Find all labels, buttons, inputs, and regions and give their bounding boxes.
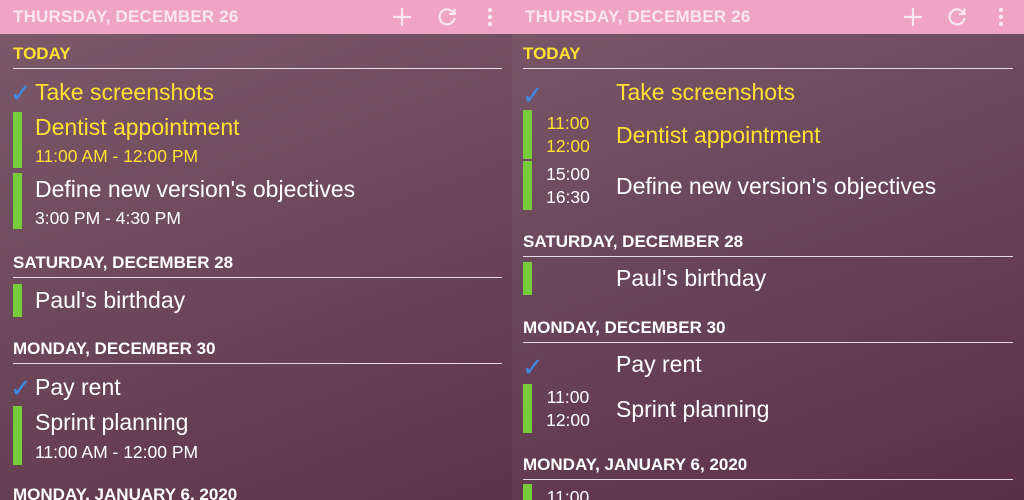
event-title: Sprint planning [616, 396, 770, 422]
event-take-screenshots[interactable]: ✓ Take screenshots [512, 78, 1024, 110]
more-vert-icon[interactable] [986, 0, 1016, 34]
event-title: Sprint planning [35, 409, 189, 435]
event-pay-rent[interactable]: ✓ Pay rent [512, 350, 1024, 382]
widget-header: THURSDAY, DECEMBER 26 [512, 0, 1024, 34]
section-header-today: TODAY [13, 44, 502, 69]
section-header-monday: MONDAY, DECEMBER 30 [523, 318, 1013, 343]
event-time: 11:00 AM - 12:00 PM [35, 146, 199, 166]
event-color-bar [523, 384, 532, 433]
event-color-bar [523, 262, 532, 295]
event-title: Dentist appointment [616, 122, 821, 148]
event-title: Pay rent [616, 351, 702, 377]
widget-panel-left: THURSDAY, DECEMBER 26 TODAY ✓ Take scree… [0, 0, 512, 500]
event-start-time: 11:00 [546, 113, 590, 133]
event-birthday[interactable]: Paul's birthday [0, 284, 512, 318]
event-color-bar [13, 112, 22, 168]
event-title: Take screenshots [616, 79, 795, 105]
widget-header: THURSDAY, DECEMBER 26 [0, 0, 512, 34]
event-title: Define new version's objectives [35, 176, 356, 202]
event-start-time: 15:00 [546, 164, 590, 184]
plus-icon[interactable] [898, 0, 928, 34]
header-date[interactable]: THURSDAY, DECEMBER 26 [525, 7, 751, 27]
event-color-bar [13, 406, 22, 465]
event-time: 3:00 PM - 4:30 PM [35, 208, 181, 228]
event-color-bar [523, 110, 532, 159]
event-sprint[interactable]: 11:00 12:00 Sprint planning [512, 384, 1024, 434]
event-color-bar [523, 484, 532, 500]
event-objectives[interactable]: 15:00 16:30 Define new version's objecti… [512, 161, 1024, 211]
event-end-time: 16:30 [546, 187, 590, 207]
widget-panel-right: THURSDAY, DECEMBER 26 TODAY ✓ Take scree… [512, 0, 1024, 500]
event-sprint[interactable]: Sprint planning 11:00 AM - 12:00 PM [0, 406, 512, 466]
event-title: Take screenshots [35, 79, 214, 105]
event-title: Paul's birthday [35, 287, 186, 313]
event-title: Paul's birthday [616, 265, 767, 291]
event-next[interactable]: 11:00 [512, 484, 1024, 500]
refresh-icon[interactable] [432, 0, 462, 34]
check-icon: ✓ [10, 78, 32, 108]
refresh-icon[interactable] [942, 0, 972, 34]
event-dentist[interactable]: Dentist appointment 11:00 AM - 12:00 PM [0, 112, 512, 170]
event-objectives[interactable]: Define new version's objectives 3:00 PM … [0, 173, 512, 231]
event-end-time: 12:00 [546, 136, 590, 156]
event-title: Dentist appointment [35, 114, 240, 140]
event-color-bar [13, 284, 22, 317]
header-date[interactable]: THURSDAY, DECEMBER 26 [13, 7, 239, 27]
check-icon: ✓ [522, 80, 544, 110]
agenda-list: TODAY ✓ Take screenshots Dentist appoint… [0, 34, 512, 500]
event-start-time: 11:00 [546, 387, 590, 407]
section-header-monday: MONDAY, DECEMBER 30 [13, 339, 502, 364]
agenda-list: TODAY ✓ Take screenshots 11:00 12:00 Den… [512, 34, 1024, 500]
section-header-saturday: SATURDAY, DECEMBER 28 [523, 232, 1013, 257]
check-icon: ✓ [10, 373, 32, 403]
event-end-time: 12:00 [546, 410, 590, 430]
plus-icon[interactable] [387, 0, 417, 34]
section-header-saturday: SATURDAY, DECEMBER 28 [13, 253, 502, 278]
event-take-screenshots[interactable]: ✓ Take screenshots [0, 78, 512, 108]
check-icon: ✓ [522, 352, 544, 382]
event-birthday[interactable]: Paul's birthday [512, 262, 1024, 296]
event-start-time: 11:00 [546, 487, 590, 500]
event-color-bar [13, 173, 22, 229]
event-title: Pay rent [35, 374, 121, 400]
section-header-january: MONDAY, JANUARY 6, 2020 [13, 485, 502, 500]
more-vert-icon[interactable] [475, 0, 505, 34]
section-header-january: MONDAY, JANUARY 6, 2020 [523, 455, 1013, 480]
event-title: Define new version's objectives [616, 173, 937, 199]
event-dentist[interactable]: 11:00 12:00 Dentist appointment [512, 110, 1024, 160]
event-pay-rent[interactable]: ✓ Pay rent [0, 373, 512, 403]
event-time: 11:00 AM - 12:00 PM [35, 442, 199, 462]
event-color-bar [523, 161, 532, 210]
section-header-today: TODAY [523, 44, 1013, 69]
